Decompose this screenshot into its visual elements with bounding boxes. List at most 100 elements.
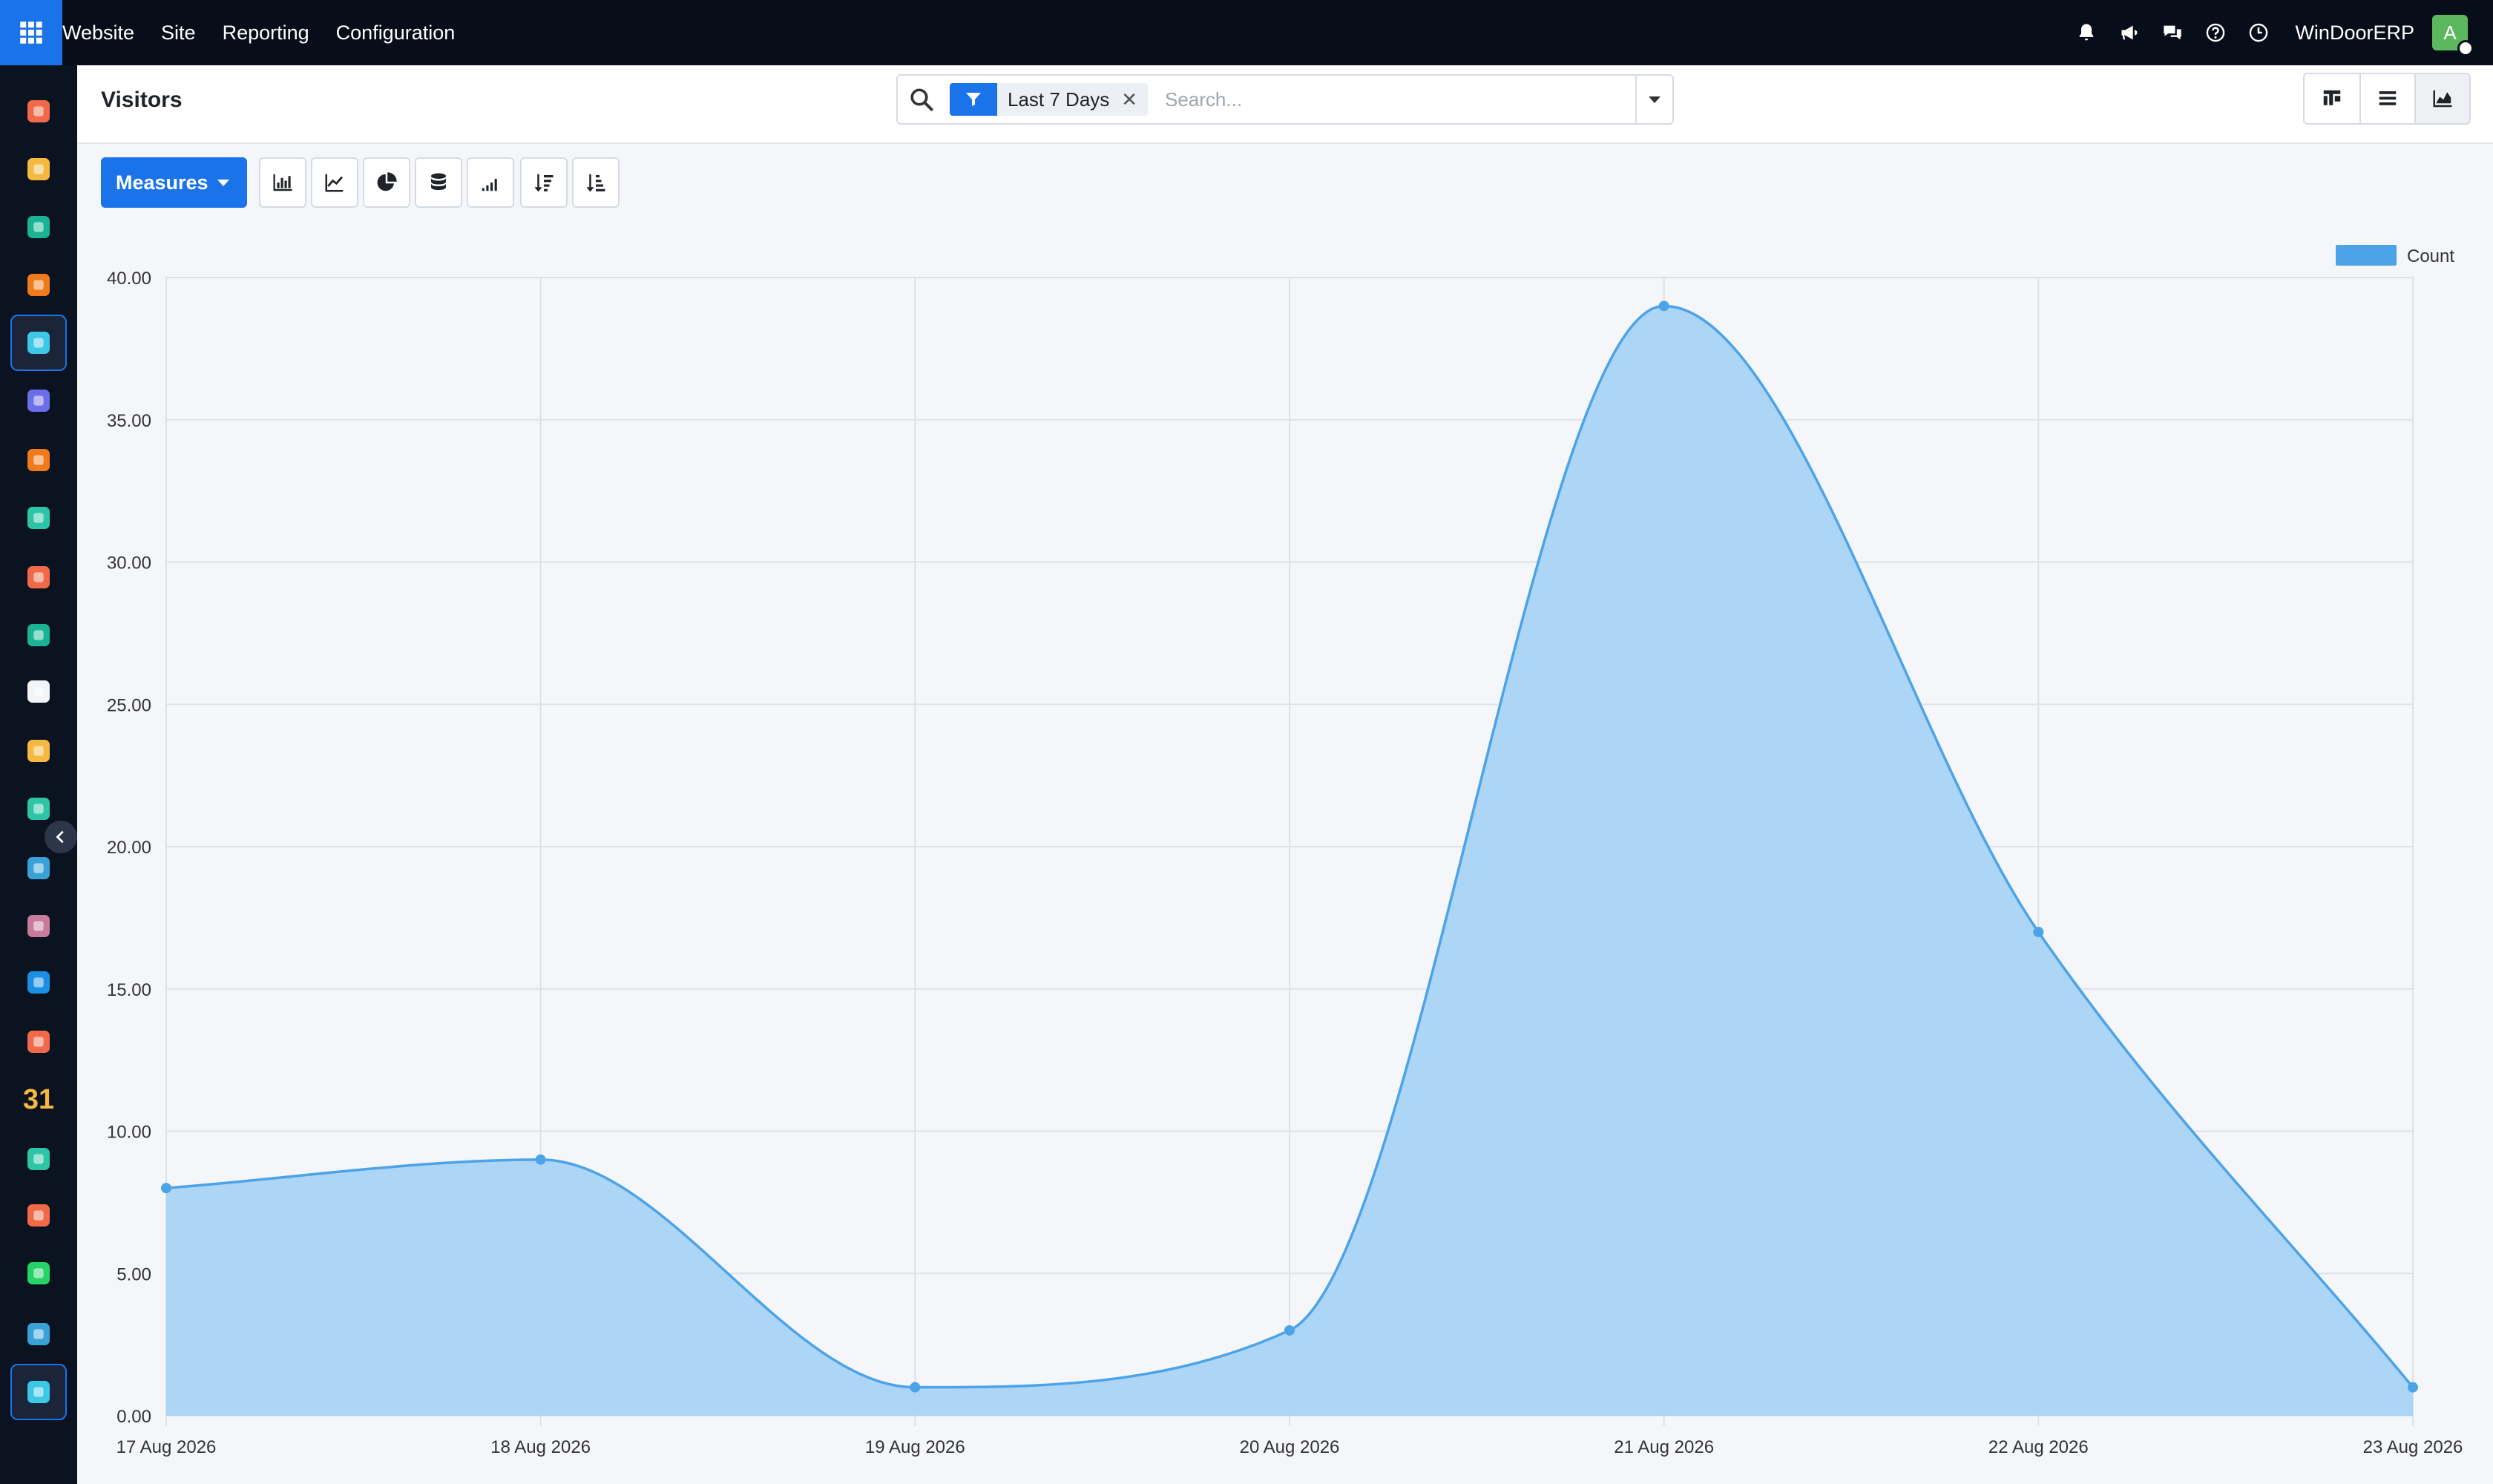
email-marketing-icon bbox=[27, 390, 50, 412]
control-panel: Visitors Last 7 Days ✕ bbox=[77, 65, 2493, 144]
bar-chart-button[interactable] bbox=[258, 157, 306, 208]
legend-label: Count bbox=[2407, 246, 2454, 266]
measures-label: Measures bbox=[116, 171, 208, 194]
search-input[interactable] bbox=[1165, 83, 1580, 116]
page-title: Visitors bbox=[101, 88, 183, 112]
area-chart: 0.00 5.00 10.00 15.00 20.00 25.00 30.00 35.00 40… bbox=[107, 245, 2463, 1457]
menu-website[interactable]: Website bbox=[62, 22, 134, 45]
menu-site[interactable]: Site bbox=[161, 22, 196, 45]
menu-configuration[interactable]: Configuration bbox=[336, 22, 456, 45]
reporting-icon bbox=[27, 566, 50, 588]
filter-icon bbox=[950, 83, 997, 116]
sort-ascending-button[interactable] bbox=[571, 157, 620, 208]
line-chart-icon bbox=[325, 174, 343, 192]
measures-button[interactable]: Measures bbox=[101, 157, 247, 208]
data-point bbox=[910, 1382, 921, 1393]
bell-icon[interactable] bbox=[2074, 20, 2099, 45]
data-point bbox=[161, 1183, 171, 1194]
notes-app[interactable] bbox=[10, 723, 67, 779]
caret-down-icon bbox=[217, 179, 229, 186]
x-tick-label: 19 Aug 2026 bbox=[865, 1437, 965, 1457]
line-chart-button[interactable] bbox=[310, 157, 358, 208]
help-icon[interactable] bbox=[2203, 20, 2228, 45]
company-name[interactable]: WinDoorERP bbox=[2295, 22, 2414, 45]
apps-app[interactable] bbox=[10, 1187, 67, 1244]
dashboards-icon bbox=[27, 100, 50, 122]
y-tick-label: 5.00 bbox=[116, 1264, 151, 1284]
x-tick-label: 22 Aug 2026 bbox=[1988, 1437, 2089, 1457]
sort-descending-button[interactable] bbox=[519, 157, 568, 208]
website-icon bbox=[27, 332, 50, 354]
presence-dot bbox=[2457, 40, 2474, 56]
filter-facet: Last 7 Days ✕ bbox=[950, 83, 1149, 116]
invoicing-icon bbox=[27, 971, 50, 994]
top-navbar: Website Site Reporting Configuration Win… bbox=[0, 0, 2493, 65]
search-bar[interactable]: Last 7 Days ✕ bbox=[896, 74, 1674, 125]
invoicing-app[interactable] bbox=[10, 954, 67, 1011]
sort-asc-icon bbox=[586, 174, 605, 192]
calendar-app[interactable]: 31 bbox=[10, 1071, 67, 1128]
notes-icon bbox=[27, 740, 50, 762]
email-marketing-app[interactable] bbox=[10, 372, 67, 429]
knowledge-icon bbox=[27, 857, 50, 879]
list-view-button[interactable] bbox=[2359, 74, 2414, 123]
clock-icon[interactable] bbox=[2246, 20, 2271, 45]
x-tick-label: 18 Aug 2026 bbox=[490, 1437, 591, 1457]
contacts-icon bbox=[27, 216, 50, 238]
x-tick-label: 21 Aug 2026 bbox=[1614, 1437, 1714, 1457]
app-menu-button[interactable] bbox=[0, 0, 62, 65]
user-avatar[interactable]: A bbox=[2432, 15, 2474, 56]
sign-app[interactable] bbox=[10, 1131, 67, 1187]
pie-chart-button[interactable] bbox=[362, 157, 410, 208]
inventory-app[interactable] bbox=[10, 663, 67, 720]
sales-icon bbox=[27, 507, 50, 529]
y-tick-label: 15.00 bbox=[107, 980, 151, 1000]
filter-facet-label: Last 7 Days bbox=[1008, 88, 1110, 111]
megaphone-icon[interactable] bbox=[2117, 20, 2142, 45]
data-point bbox=[535, 1154, 546, 1165]
data-point bbox=[2408, 1382, 2418, 1393]
sales-app[interactable] bbox=[10, 490, 67, 546]
live-chat-app[interactable] bbox=[10, 257, 67, 313]
pie-chart-icon bbox=[377, 172, 397, 191]
remove-filter-icon[interactable]: ✕ bbox=[1120, 83, 1148, 116]
stacked-button[interactable] bbox=[414, 157, 462, 208]
menu-reporting[interactable]: Reporting bbox=[223, 22, 309, 45]
website-app[interactable] bbox=[10, 315, 67, 371]
dashboards-app[interactable] bbox=[10, 83, 67, 139]
search-icon[interactable] bbox=[908, 86, 935, 113]
graph-toolbar: Measures bbox=[101, 157, 620, 208]
reporting-app[interactable] bbox=[10, 549, 67, 605]
timer-app[interactable] bbox=[10, 1306, 67, 1362]
employees-app[interactable] bbox=[10, 607, 67, 663]
project-icon bbox=[27, 798, 50, 820]
cumulative-button[interactable] bbox=[466, 157, 514, 208]
crm-app[interactable] bbox=[10, 432, 67, 488]
caret-down-icon bbox=[1649, 96, 1661, 103]
sign-icon bbox=[27, 1148, 50, 1170]
y-tick-label: 20.00 bbox=[107, 838, 151, 858]
calendar-icon: 31 bbox=[22, 1083, 55, 1115]
data-point bbox=[2033, 927, 2044, 938]
kanban-view-button[interactable] bbox=[2305, 74, 2359, 123]
discuss-app[interactable] bbox=[10, 141, 67, 197]
area-chart-icon bbox=[2433, 90, 2452, 108]
kanban-icon bbox=[2323, 90, 2341, 105]
chat-icon[interactable] bbox=[2160, 20, 2185, 45]
view-switcher bbox=[2303, 73, 2471, 125]
y-tick-label: 0.00 bbox=[116, 1407, 151, 1427]
team-icon bbox=[27, 1031, 50, 1053]
app-rail: 31 bbox=[0, 65, 77, 1484]
graph-view-button[interactable] bbox=[2414, 74, 2469, 123]
team-app[interactable] bbox=[10, 1014, 67, 1070]
data-point bbox=[1658, 301, 1669, 312]
website-icon bbox=[27, 1381, 50, 1403]
search-options-toggle[interactable] bbox=[1635, 76, 1672, 123]
x-tick-label: 23 Aug 2026 bbox=[2363, 1437, 2463, 1457]
collapse-rail-button[interactable] bbox=[45, 821, 77, 853]
whatsapp-app[interactable] bbox=[10, 1245, 67, 1301]
contacts-app[interactable] bbox=[10, 199, 67, 255]
bar-chart-icon bbox=[273, 174, 292, 191]
products-app[interactable] bbox=[10, 898, 67, 954]
website-app-active[interactable] bbox=[10, 1364, 67, 1420]
